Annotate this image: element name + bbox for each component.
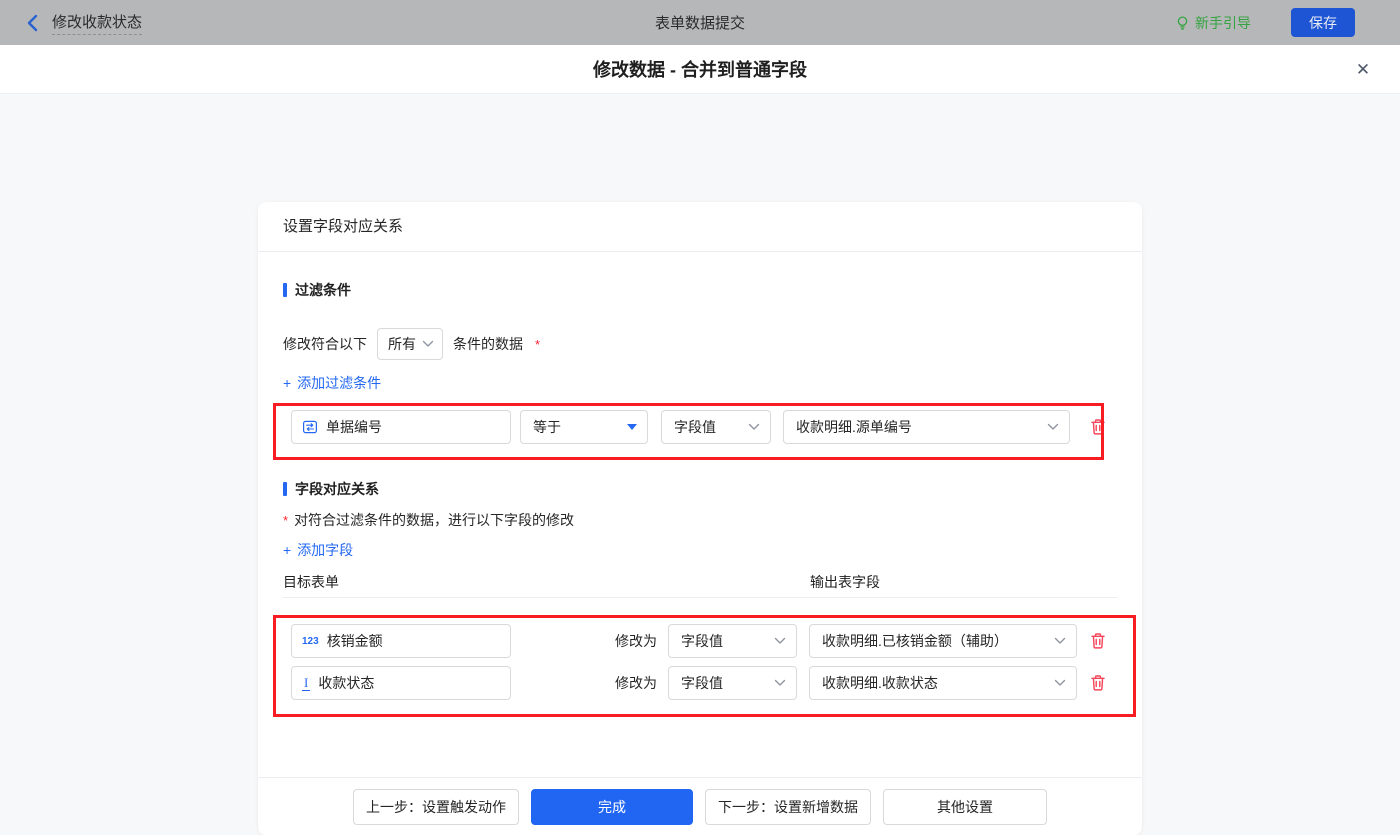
filter-value-type-value: 字段值 (674, 419, 716, 435)
mapping-description: 对符合过滤条件的数据，进行以下字段的修改 (294, 512, 575, 528)
filter-operator-select[interactable]: 等于 (520, 410, 648, 444)
required-mark: * (283, 512, 289, 528)
other-settings-button[interactable]: 其他设置 (883, 788, 1047, 825)
filter-section-title: 过滤条件 (283, 282, 351, 298)
mapping-value-type-select[interactable]: 字段值 (668, 624, 797, 658)
trash-icon (1091, 633, 1105, 649)
serial-number-icon (303, 420, 318, 434)
next-step-button[interactable]: 下一步：设置新增数据 (705, 788, 871, 825)
dialog-title: 修改数据 - 合并到普通字段 (593, 60, 807, 80)
match-suffix: 条件的数据 (453, 336, 523, 352)
match-mode-select[interactable]: 所有 (377, 328, 443, 360)
caret-down-icon (627, 424, 637, 430)
chevron-down-icon (1054, 637, 1066, 644)
mapping-value-select[interactable]: 收款明细.收款状态 (809, 666, 1077, 700)
mapping-value-value: 收款明细.已核销金额（辅助） (822, 633, 1008, 649)
mapping-value-type-select[interactable]: 字段值 (668, 666, 797, 700)
filter-operator-value: 等于 (533, 419, 561, 435)
number-field-icon: 123 (302, 635, 319, 647)
close-icon[interactable]: ✕ (1350, 57, 1376, 83)
mapping-field-label: 核销金额 (326, 633, 383, 649)
settings-panel: 设置字段对应关系 过滤条件 修改符合以下 所有 条件的数据 * + 添加过滤条件… (258, 202, 1142, 835)
mapping-field-label: 收款状态 (318, 675, 375, 691)
plus-icon: + (283, 375, 292, 391)
chevron-down-icon (774, 637, 786, 644)
filter-value-value: 收款明细.源单编号 (796, 419, 912, 435)
required-mark: * (535, 336, 541, 352)
prev-step-button[interactable]: 上一步：设置触发动作 (353, 788, 519, 825)
panel-header: 设置字段对应关系 (258, 202, 1142, 252)
chevron-down-icon (774, 679, 786, 686)
trash-icon (1091, 675, 1105, 691)
modify-to-label: 修改为 (615, 675, 657, 691)
add-filter-condition-label: 添加过滤条件 (297, 375, 382, 391)
mapping-field-chip[interactable]: 123 核销金额 (291, 624, 511, 658)
chevron-down-icon (422, 340, 434, 347)
chevron-down-icon (1047, 423, 1059, 430)
workflow-name[interactable]: 修改收款状态 (52, 11, 143, 35)
dialog-header: 修改数据 - 合并到普通字段 ✕ (0, 45, 1400, 94)
mapping-value-select[interactable]: 收款明细.已核销金额（辅助） (809, 624, 1077, 658)
delete-mapping-row-button[interactable] (1088, 673, 1108, 693)
plus-icon: + (283, 542, 292, 558)
panel-footer: 上一步：设置触发动作 完成 下一步：设置新增数据 其他设置 (258, 777, 1142, 835)
mapping-value-type-value: 字段值 (681, 675, 723, 691)
add-filter-condition-link[interactable]: + 添加过滤条件 (283, 373, 381, 393)
chevron-down-icon (1054, 679, 1066, 686)
add-field-link[interactable]: + 添加字段 (283, 540, 353, 560)
column-header-target: 目标表单 (283, 574, 339, 590)
column-divider (283, 597, 1117, 598)
filter-section-label: 过滤条件 (295, 282, 351, 298)
filter-field-label: 单据编号 (326, 419, 382, 435)
mapping-section-label: 字段对应关系 (295, 481, 379, 497)
save-button[interactable]: 保存 (1291, 8, 1355, 37)
delete-mapping-row-button[interactable] (1088, 631, 1108, 651)
chevron-left-icon (27, 14, 38, 31)
mapping-value-value: 收款明细.收款状态 (822, 675, 938, 691)
dialog-body: 设置字段对应关系 过滤条件 修改符合以下 所有 条件的数据 * + 添加过滤条件… (0, 94, 1400, 835)
text-field-icon: I (302, 674, 311, 691)
top-bar: 修改收款状态 表单数据提交 新手引导 保存 (0, 0, 1400, 45)
lightbulb-icon (1177, 15, 1188, 30)
delete-filter-row-button[interactable] (1088, 417, 1108, 437)
beginner-guide-label: 新手引导 (1195, 14, 1251, 31)
filter-value-type-select[interactable]: 字段值 (661, 410, 771, 444)
section-bar (283, 482, 287, 496)
match-condition-row: 修改符合以下 所有 条件的数据 * (283, 328, 540, 360)
mapping-field-chip[interactable]: I 收款状态 (291, 666, 511, 700)
beginner-guide-link[interactable]: 新手引导 (1175, 13, 1251, 33)
trash-icon (1091, 419, 1105, 435)
match-prefix: 修改符合以下 (283, 336, 367, 352)
filter-value-select[interactable]: 收款明细.源单编号 (783, 410, 1070, 444)
back-button[interactable] (22, 13, 42, 33)
mapping-description-row: * 对符合过滤条件的数据，进行以下字段的修改 (283, 510, 574, 530)
filter-field-chip[interactable]: 单据编号 (291, 410, 511, 444)
mapping-section-title: 字段对应关系 (283, 481, 379, 497)
section-bar (283, 283, 287, 297)
chevron-down-icon (748, 423, 760, 430)
add-field-label: 添加字段 (297, 542, 354, 558)
mapping-value-type-value: 字段值 (681, 633, 723, 649)
column-header-output: 输出表字段 (810, 574, 880, 590)
done-button[interactable]: 完成 (531, 788, 693, 825)
match-mode-value: 所有 (388, 336, 416, 352)
modify-to-label: 修改为 (615, 633, 657, 649)
